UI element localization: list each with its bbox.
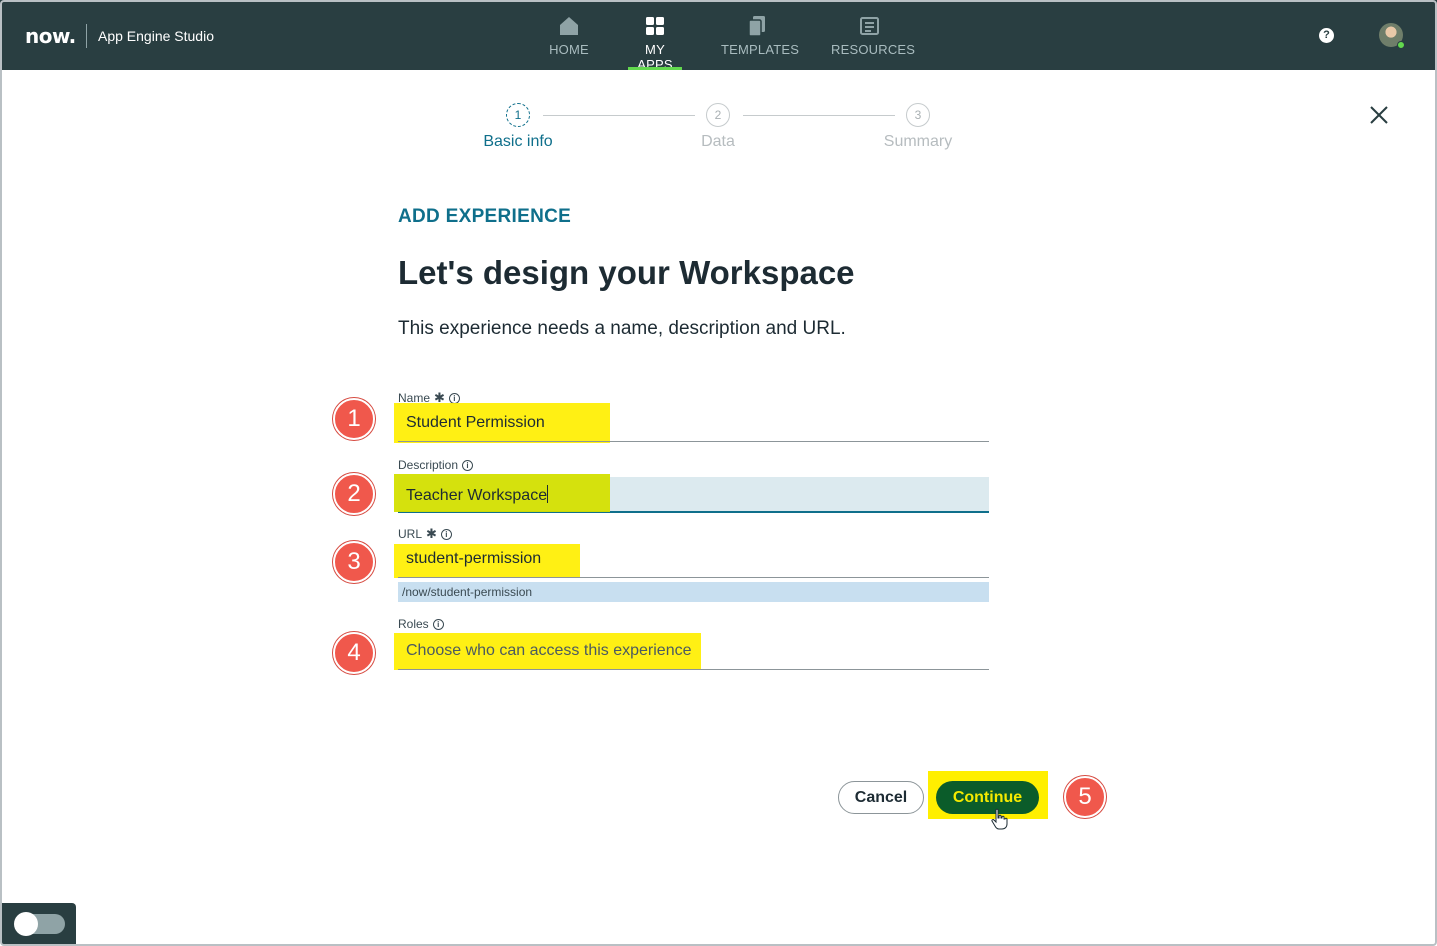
top-navigation-bar: now. App Engine Studio HOME MY APPS TEMP… [0,0,1437,72]
roles-input-placeholder: Choose who can access this experience [406,642,692,659]
url-label: URL [398,527,423,541]
roles-input[interactable]: Choose who can access this experience [398,634,989,670]
app-title[interactable]: App Engine Studio [98,28,214,44]
description-input-value: Teacher Workspace [406,485,549,505]
hand-pointer-icon [991,808,1008,830]
cancel-button[interactable]: Cancel [838,781,924,814]
online-status-icon [1397,41,1405,49]
info-icon[interactable]: i [462,459,474,471]
name-input[interactable]: Student Permission [398,406,989,442]
text-caret [547,485,549,503]
help-icon[interactable]: ? [1319,28,1334,43]
nav-my-apps[interactable]: MY APPS [628,14,682,72]
continue-button[interactable]: Continue [936,781,1039,814]
close-icon[interactable] [1368,104,1390,126]
roles-label: Roles [398,617,429,631]
url-input-value: student-permission [406,550,542,567]
toggle-knob [14,912,38,936]
step-label: Data [701,133,735,150]
nav-my-apps-label: MY APPS [637,42,673,72]
annotation-badge-1: 1 [333,398,375,440]
info-icon[interactable]: i [440,528,452,540]
page-subtitle: This experience needs a name, descriptio… [398,318,846,339]
step-summary: 3 Summary [858,103,978,151]
logo-divider [86,24,87,48]
servicenow-logo[interactable]: now. [25,24,76,48]
nav-home[interactable]: HOME [543,14,595,70]
url-path-preview: /now/student-permission [398,582,989,602]
nav-resources-label: RESOURCES [831,42,916,57]
step-label: Summary [883,133,953,150]
description-label-row: Description i [398,458,474,472]
nav-resources[interactable]: RESOURCES [831,14,916,70]
step-basic-info: 1 Basic info [458,103,578,151]
toggle-switch[interactable] [14,912,65,936]
step-data: 2 Data [658,103,778,151]
info-icon[interactable]: i [448,392,460,404]
description-label: Description [398,458,459,472]
templates-icon [748,16,765,37]
page-title: Let's design your Workspace [398,254,855,291]
resources-icon [859,17,879,35]
url-input[interactable]: student-permission [398,542,989,578]
home-icon [560,17,578,35]
step-number: 3 [906,103,930,127]
url-label-row: URL ✱ i [398,526,452,542]
nav-templates[interactable]: TEMPLATES [721,14,800,70]
description-value-wrap: Teacher Workspace [398,477,698,511]
nav-home-label: HOME [549,42,589,57]
required-asterisk-icon: ✱ [426,526,437,541]
description-text: Teacher Workspace [406,487,548,504]
annotation-badge-5: 5 [1064,776,1106,818]
step-label: Basic info [483,133,553,150]
bottom-toggle-panel [2,903,76,944]
annotation-badge-3: 3 [333,541,375,583]
name-input-value: Student Permission [406,414,545,431]
info-icon[interactable]: i [432,618,444,630]
annotation-badge-4: 4 [333,632,375,674]
step-number: 1 [506,103,530,127]
section-eyebrow: ADD EXPERIENCE [398,206,572,227]
apps-grid-icon [646,17,664,35]
roles-label-row: Roles i [398,617,444,631]
step-number: 2 [706,103,730,127]
nav-templates-label: TEMPLATES [721,42,800,57]
annotation-badge-2: 2 [333,473,375,515]
